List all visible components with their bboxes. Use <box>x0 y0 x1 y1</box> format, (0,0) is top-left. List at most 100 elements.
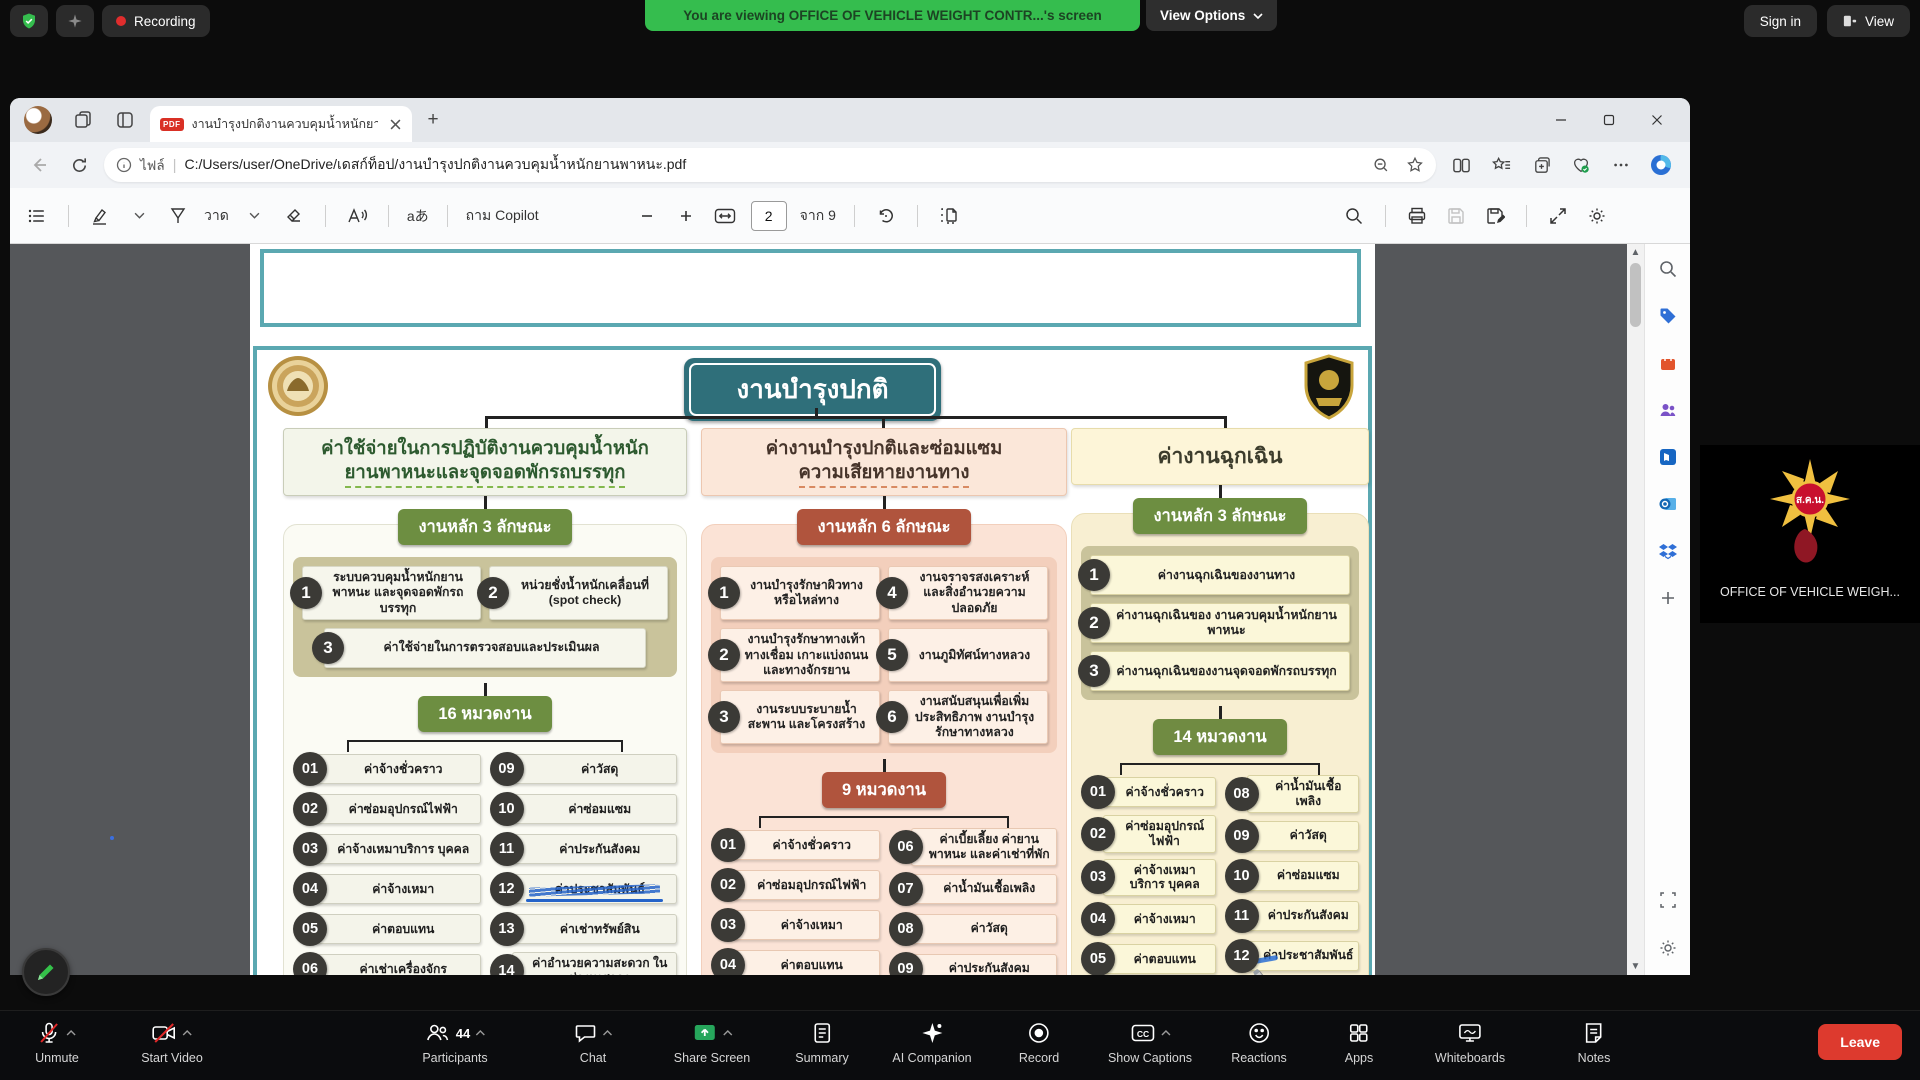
favorite-star-icon[interactable] <box>1406 156 1424 174</box>
pdf-settings-gear-icon[interactable] <box>1584 201 1610 231</box>
record-button[interactable]: Record <box>1019 1019 1059 1065</box>
back-icon[interactable] <box>24 150 54 180</box>
settings-more-icon[interactable] <box>1606 150 1636 180</box>
leave-button[interactable]: Leave <box>1818 1024 1902 1060</box>
address-bar[interactable]: ไฟล์ | C:/Users/user/OneDrive/เดสก์ท็อป/… <box>104 148 1436 182</box>
view-options-button[interactable]: View Options <box>1146 0 1277 31</box>
search-icon[interactable] <box>1341 201 1367 231</box>
chevron-up-icon[interactable] <box>67 1028 77 1038</box>
page-view-icon[interactable] <box>936 201 962 231</box>
department-seal-logo <box>267 355 329 417</box>
whiteboards-button[interactable]: Whiteboards <box>1435 1019 1505 1065</box>
page-number-input[interactable] <box>751 201 787 231</box>
connector-line <box>485 416 1227 419</box>
scroll-down-icon[interactable]: ▼ <box>1627 958 1644 975</box>
browser-essentials-icon[interactable] <box>1566 150 1596 180</box>
share-screen-button[interactable]: Share Screen <box>674 1019 750 1065</box>
read-aloud-icon[interactable] <box>344 201 370 231</box>
chevron-up-icon[interactable] <box>723 1028 733 1038</box>
tab-close-icon[interactable] <box>386 115 404 133</box>
scrollbar-thumb[interactable] <box>1630 263 1641 327</box>
categories-badge: 9 หมวดงาน <box>822 772 946 808</box>
sidebar-shopping-bag-icon[interactable] <box>1655 350 1681 376</box>
view-layout-icon <box>1843 14 1857 28</box>
reactions-button[interactable]: Reactions <box>1231 1019 1287 1065</box>
category-item: 10ค่าซ่อมแซม <box>490 792 678 826</box>
main-item: 6งานสนับสนุนเพื่อเพิ่ม ประสิทธิภาพ งานบำ… <box>888 690 1048 744</box>
chevron-up-icon[interactable] <box>475 1028 485 1038</box>
new-tab-button[interactable]: + <box>418 105 448 135</box>
sign-in-button[interactable]: Sign in <box>1744 5 1817 37</box>
draw-pen-icon[interactable] <box>165 201 191 231</box>
sidebar-screenshot-icon[interactable] <box>1655 887 1681 913</box>
chevron-up-icon[interactable] <box>603 1028 613 1038</box>
start-video-button[interactable]: Start Video <box>141 1019 203 1065</box>
security-shield-button[interactable] <box>10 5 48 37</box>
toc-icon[interactable] <box>24 201 50 231</box>
tab-actions-icon[interactable] <box>108 105 142 135</box>
sidebar-dropbox-icon[interactable] <box>1655 538 1681 564</box>
sidebar-people-icon[interactable] <box>1655 397 1681 423</box>
ai-companion-button[interactable]: AI Companion <box>892 1019 971 1065</box>
sidebar-settings-icon[interactable] <box>1655 935 1681 961</box>
participants-button[interactable]: 44 Participants <box>422 1019 487 1065</box>
collections-icon[interactable] <box>1526 150 1556 180</box>
eraser-icon[interactable] <box>281 201 307 231</box>
captions-icon: CC <box>1129 1021 1155 1045</box>
highlighter-icon[interactable] <box>87 201 113 231</box>
main-item: 1งานบำรุงรักษาผิวทาง หรือไหล่ทาง <box>720 566 880 620</box>
zoom-out-page-icon[interactable] <box>634 201 660 231</box>
sidebar-add-icon[interactable] <box>1655 585 1681 611</box>
save-as-icon[interactable] <box>1482 201 1508 231</box>
rotate-icon[interactable] <box>873 201 899 231</box>
translate-icon[interactable]: aあ <box>407 206 429 226</box>
show-captions-button[interactable]: CC Show Captions <box>1108 1019 1192 1065</box>
page-info-icon[interactable] <box>116 157 132 173</box>
fit-width-icon[interactable] <box>712 201 738 231</box>
chevron-up-icon[interactable] <box>1160 1028 1170 1038</box>
favorites-bar-icon[interactable] <box>1486 150 1516 180</box>
copilot-icon[interactable] <box>1646 150 1676 180</box>
chevron-up-icon[interactable] <box>183 1028 193 1038</box>
connector-bracket <box>1120 763 1320 775</box>
zoom-in-page-icon[interactable] <box>673 201 699 231</box>
pdf-scrollbar[interactable]: ▲ ▼ <box>1627 244 1644 975</box>
zoom-out-icon[interactable] <box>1372 156 1390 174</box>
sparkle-button[interactable] <box>56 5 94 37</box>
close-icon[interactable] <box>1646 109 1668 131</box>
category-item: 09ค่าวัสดุ <box>1225 819 1360 853</box>
draw-dropdown-icon[interactable] <box>242 201 268 231</box>
sidebar-shopping-tag-icon[interactable] <box>1655 303 1681 329</box>
minimize-icon[interactable] <box>1550 109 1572 131</box>
chat-button[interactable]: Chat <box>574 1019 613 1065</box>
browser-tab-pdf[interactable]: PDF งานบำรุงปกติงานควบคุมน้ำหนักยานพ <box>150 106 412 142</box>
participant-video-tile[interactable]: ส.ค.น. OFFICE OF VEHICLE WEIGH... <box>1700 445 1920 623</box>
category-item: 05ค่าตอบแทน <box>1081 942 1216 975</box>
category-item: 03ค่าจ้างเหมาบริการ บุคคล <box>1081 859 1216 896</box>
browser-profile-avatar[interactable] <box>24 106 52 134</box>
workspaces-icon[interactable] <box>66 105 100 135</box>
sidebar-search-icon[interactable] <box>1655 256 1681 282</box>
main-item: 1ค่างานฉุกเฉินของงานทาง <box>1090 555 1350 595</box>
category-item: 14ค่าอำนวยความสะดวก ในช่วงเทศกาล <box>490 952 678 975</box>
refresh-icon[interactable] <box>64 150 94 180</box>
sidebar-outlook-icon[interactable] <box>1655 491 1681 517</box>
main-item: 5งานภูมิทัศน์ทางหลวง <box>888 628 1048 682</box>
ask-copilot-button[interactable]: ถาม Copilot <box>466 205 539 227</box>
fullscreen-icon[interactable] <box>1545 201 1571 231</box>
annotation-draw-button[interactable] <box>22 948 70 996</box>
scroll-up-icon[interactable]: ▲ <box>1627 244 1644 261</box>
chat-icon <box>574 1021 598 1045</box>
summary-button[interactable]: Summary <box>795 1019 848 1065</box>
print-icon[interactable] <box>1404 201 1430 231</box>
view-button[interactable]: View <box>1827 5 1910 37</box>
apps-button[interactable]: Apps <box>1345 1019 1374 1065</box>
split-screen-icon[interactable] <box>1446 150 1476 180</box>
unmute-button[interactable]: Unmute <box>35 1019 79 1065</box>
sidebar-microsoft365-icon[interactable] <box>1655 444 1681 470</box>
maximize-icon[interactable] <box>1598 109 1620 131</box>
notes-button[interactable]: Notes <box>1578 1019 1611 1065</box>
url-separator: | <box>173 157 177 174</box>
highlighter-dropdown-icon[interactable] <box>126 201 152 231</box>
category-item: 09ค่าประกันสังคม <box>889 952 1058 975</box>
